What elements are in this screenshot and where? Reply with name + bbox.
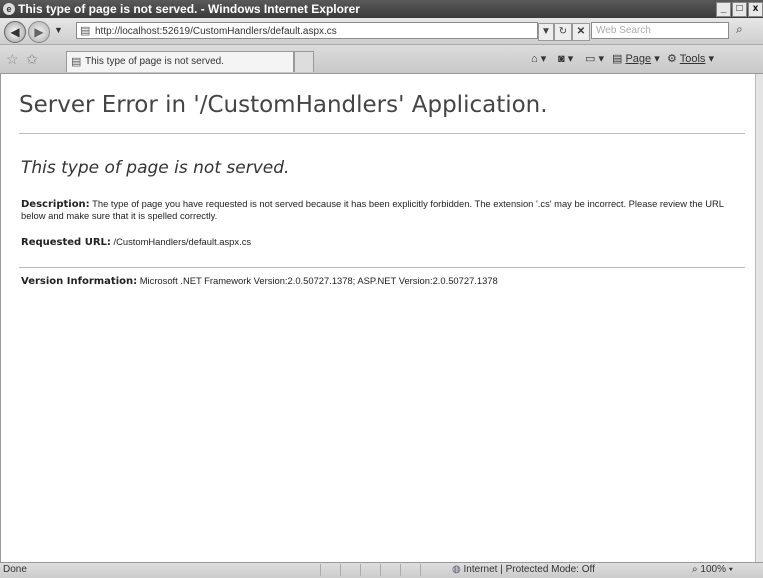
favorites-center-icon[interactable]: ☆ (6, 51, 19, 68)
page-menu-label: Page (625, 53, 652, 65)
page-menu-icon: ▤ (612, 53, 623, 65)
status-segment (340, 564, 355, 576)
requested-url-paragraph: Requested URL: /CustomHandlers/default.a… (21, 236, 741, 248)
error-title: This type of page is not served. (21, 158, 290, 178)
search-input[interactable]: Web Search (591, 22, 729, 39)
tools-gear-icon: ⚙ (667, 53, 677, 65)
new-tab-button[interactable] (294, 51, 314, 72)
window-title-bar: e This type of page is not served. - Win… (0, 0, 763, 18)
version-divider (19, 267, 745, 268)
zoom-control[interactable]: ⌕ 100% ▾ (692, 563, 733, 577)
requested-url-value: /CustomHandlers/default.aspx.cs (113, 236, 252, 247)
stop-button[interactable]: ✕ (572, 23, 590, 41)
heading-divider (19, 133, 745, 134)
home-icon[interactable]: ⌂ ▾ (531, 52, 546, 66)
description-text: The type of page you have requested is n… (21, 198, 724, 221)
feeds-icon[interactable]: ◙ ▾ (558, 52, 573, 66)
version-label: Version Information: (21, 276, 138, 287)
page-content[interactable]: Server Error in '/CustomHandlers' Applic… (0, 74, 755, 562)
maximize-button[interactable]: □ (732, 2, 747, 17)
status-segment (380, 564, 395, 576)
tab-current[interactable]: ▤ This type of page is not served. (66, 51, 294, 72)
page-icon: ▤ (80, 25, 91, 37)
window-controls: _ □ x (716, 2, 763, 17)
security-zone[interactable]: ◍ Internet | Protected Mode: Off (452, 563, 595, 577)
tools-menu-label: Tools (679, 53, 706, 65)
status-segment (420, 564, 435, 576)
version-text: Microsoft .NET Framework Version:2.0.507… (139, 275, 498, 286)
forward-button[interactable]: ▶ (28, 21, 50, 43)
status-segment (360, 564, 375, 576)
tab-page-icon: ▤ (71, 56, 82, 68)
address-text: http://localhost:52619/CustomHandlers/de… (95, 26, 337, 37)
vertical-scrollbar[interactable] (755, 74, 763, 562)
page-menu[interactable]: ▤ Page ▾ (612, 52, 660, 66)
zoom-icon: ⌕ (692, 564, 698, 575)
address-bar[interactable]: ▤ http://localhost:52619/CustomHandlers/… (76, 22, 538, 39)
tools-menu[interactable]: ⚙ Tools ▾ (667, 52, 714, 66)
requested-url-label: Requested URL: (21, 237, 111, 248)
status-segment (400, 564, 415, 576)
add-favorites-icon[interactable]: ✩ (26, 51, 38, 68)
search-placeholder: Web Search (596, 25, 651, 36)
security-zone-text: Internet | Protected Mode: Off (463, 564, 595, 575)
status-text: Done (3, 564, 27, 575)
recent-pages-dropdown-icon[interactable]: ▼ (54, 25, 63, 35)
ie-logo-icon: e (3, 3, 15, 15)
version-paragraph: Version Information: Microsoft .NET Fram… (21, 275, 741, 287)
search-icon[interactable]: ⌕ (736, 22, 743, 37)
refresh-button[interactable]: ↻ (554, 23, 572, 41)
status-segment (320, 564, 335, 576)
address-dropdown-button[interactable]: ▼ (538, 23, 554, 41)
status-bar: Done ◍ Internet | Protected Mode: Off ⌕ … (0, 562, 763, 578)
window-title: This type of page is not served. - Windo… (18, 2, 360, 16)
globe-icon: ◍ (452, 564, 461, 575)
print-icon[interactable]: ▭ ▾ (585, 52, 604, 66)
tab-bar: ☆ ✩ ▤ This type of page is not served. ⌂… (0, 45, 763, 74)
minimize-button[interactable]: _ (716, 2, 731, 17)
tab-label: This type of page is not served. (85, 56, 224, 67)
back-button[interactable]: ◀ (4, 21, 26, 43)
description-paragraph: Description: The type of page you have r… (21, 198, 741, 221)
navigation-bar: ◀ ▶ ▼ ▤ http://localhost:52619/CustomHan… (0, 18, 763, 45)
zoom-level: 100% (700, 564, 726, 575)
description-label: Description: (21, 199, 90, 210)
page-heading: Server Error in '/CustomHandlers' Applic… (19, 92, 548, 118)
close-button[interactable]: x (748, 2, 763, 17)
